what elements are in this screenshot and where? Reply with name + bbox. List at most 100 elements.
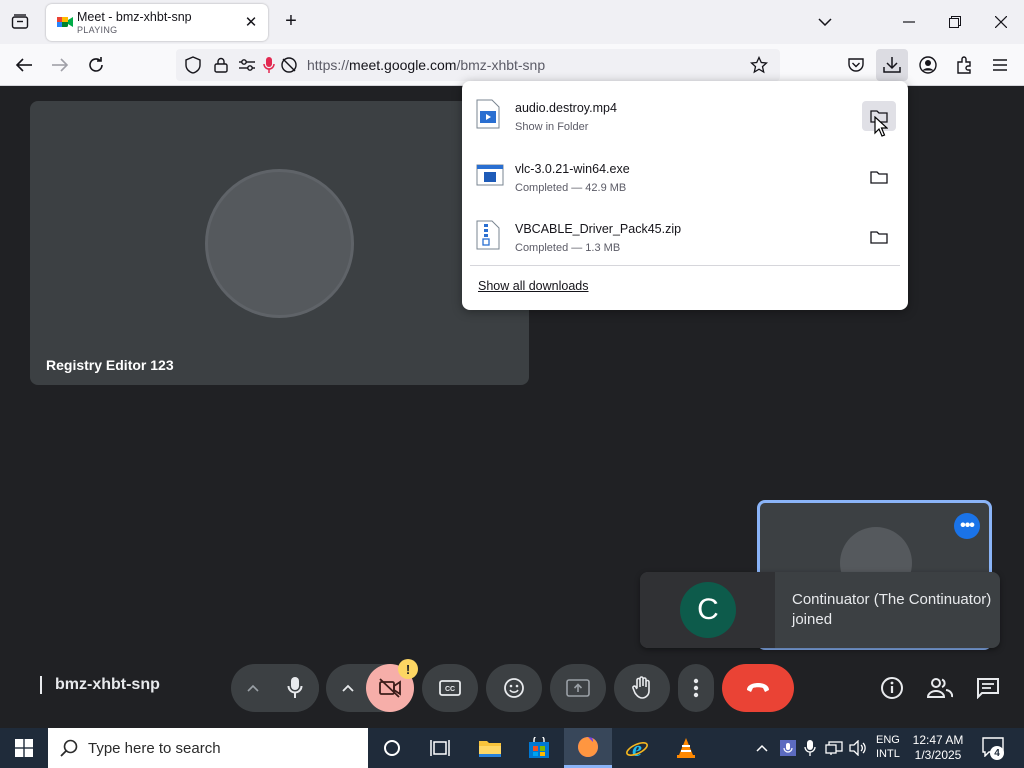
- taskbar-clock[interactable]: 12:47 AM 1/3/2025: [905, 733, 971, 763]
- video-file-icon: [476, 99, 504, 131]
- lock-icon[interactable]: [212, 56, 230, 74]
- address-bar[interactable]: https://meet.google.com/bmz-xhbt-snp: [176, 49, 780, 81]
- meeting-controls: bmz-xhbt-snp ! CC: [0, 659, 1024, 716]
- tab-bar: Meet - bmz-xhbt-snp PLAYING ✕ +: [0, 0, 1024, 44]
- list-all-tabs-icon[interactable]: [8, 11, 32, 33]
- camera-blocked-icon[interactable]: [280, 56, 298, 74]
- forward-arrow-icon[interactable]: [46, 51, 74, 79]
- download-item[interactable]: vlc-3.0.21-win64.exe Completed — 42.9 MB: [462, 152, 908, 212]
- minimize-icon[interactable]: [894, 8, 924, 36]
- mouse-cursor-icon: [874, 115, 889, 138]
- close-tab-icon[interactable]: ✕: [242, 13, 260, 31]
- microsoft-store-icon[interactable]: [515, 728, 563, 768]
- account-icon[interactable]: [914, 51, 942, 79]
- download-status: Show in Folder: [515, 121, 589, 133]
- keyboard-layout: INTL: [876, 748, 900, 760]
- captions-button[interactable]: CC: [422, 664, 478, 712]
- language-code: ENG: [876, 734, 900, 746]
- video-options-chevron-icon[interactable]: [336, 678, 360, 698]
- microphone-active-icon[interactable]: [260, 56, 278, 74]
- windows-start-icon[interactable]: [0, 728, 48, 768]
- downloads-icon[interactable]: [876, 49, 908, 81]
- cortana-icon[interactable]: [368, 728, 416, 768]
- download-filename: vlc-3.0.21-win64.exe: [515, 162, 630, 176]
- present-screen-button[interactable]: [550, 664, 606, 712]
- internet-explorer-icon[interactable]: e: [613, 728, 661, 768]
- bookmark-star-icon[interactable]: [750, 56, 768, 74]
- task-view-icon[interactable]: [416, 728, 464, 768]
- more-options-button[interactable]: [678, 664, 714, 712]
- exe-file-icon: [476, 160, 504, 192]
- participant-avatar: [205, 169, 354, 318]
- join-message: Continuator (The Continuator) joined: [792, 591, 992, 628]
- microphone-icon: [287, 677, 303, 698]
- firefox-icon[interactable]: [564, 728, 612, 768]
- end-call-icon: [747, 683, 769, 692]
- emoji-icon: [504, 678, 524, 698]
- zip-file-icon: [476, 220, 504, 252]
- download-item[interactable]: VBCABLE_Driver_Pack45.zip Completed — 1.…: [462, 212, 908, 272]
- chevron-down-icon[interactable]: [815, 12, 835, 32]
- meeting-details-button[interactable]: [876, 672, 908, 704]
- taskbar-search-input[interactable]: Type here to search: [48, 728, 368, 768]
- meeting-code: bmz-xhbt-snp: [40, 676, 160, 694]
- chat-button[interactable]: [972, 672, 1004, 704]
- microphone-button[interactable]: [271, 664, 319, 712]
- shield-icon[interactable]: [184, 56, 202, 74]
- svg-text:e: e: [632, 737, 642, 759]
- join-notification: C Continuator (The Continuator) joined: [640, 572, 1000, 648]
- video-off-icon: [379, 678, 401, 698]
- video-control-group: !: [326, 659, 418, 712]
- search-icon: [60, 739, 78, 757]
- permissions-icon[interactable]: [238, 56, 256, 74]
- participant-name: Registry Editor 123: [46, 357, 174, 373]
- navigation-toolbar: https://meet.google.com/bmz-xhbt-snp: [0, 44, 1024, 86]
- people-button[interactable]: [924, 672, 956, 704]
- tab-playing-label: PLAYING: [77, 25, 118, 35]
- volume-icon[interactable]: [848, 738, 868, 758]
- tab-meet[interactable]: Meet - bmz-xhbt-snp PLAYING ✕: [46, 4, 268, 41]
- download-status: Completed — 1.3 MB: [515, 242, 621, 254]
- folder-icon[interactable]: [862, 222, 896, 252]
- show-hidden-icons-chevron-icon[interactable]: [752, 738, 772, 758]
- url-text[interactable]: https://meet.google.com/bmz-xhbt-snp: [307, 57, 545, 73]
- new-tab-icon[interactable]: +: [280, 10, 302, 32]
- more-vert-icon: [693, 678, 699, 698]
- pocket-icon[interactable]: [842, 51, 870, 79]
- network-icon[interactable]: [824, 738, 844, 758]
- divider: [470, 265, 900, 266]
- reload-icon[interactable]: [82, 51, 110, 79]
- chat-icon: [977, 678, 999, 699]
- restore-icon[interactable]: [940, 8, 970, 36]
- present-screen-icon: [566, 679, 590, 697]
- input-language-indicator[interactable]: ENG INTL: [876, 733, 900, 761]
- avatar: C: [680, 582, 736, 638]
- more-options-icon[interactable]: •••: [954, 513, 980, 539]
- downloads-panel: audio.destroy.mp4 Show in Folder vlc-3.0…: [462, 81, 908, 310]
- download-status: Completed — 42.9 MB: [515, 182, 627, 194]
- file-explorer-icon[interactable]: [466, 728, 514, 768]
- tab-title: Meet - bmz-xhbt-snp: [77, 10, 192, 24]
- mic-in-use-icon[interactable]: [778, 738, 798, 758]
- show-all-downloads-link[interactable]: Show all downloads: [478, 279, 589, 293]
- raise-hand-button[interactable]: [614, 664, 670, 712]
- audio-options-chevron-icon[interactable]: [241, 678, 265, 698]
- people-icon: [927, 678, 953, 698]
- raise-hand-icon: [632, 676, 650, 699]
- extensions-icon[interactable]: [950, 51, 978, 79]
- back-arrow-icon[interactable]: [10, 51, 38, 79]
- search-placeholder: Type here to search: [88, 740, 221, 757]
- close-window-icon[interactable]: [986, 8, 1016, 36]
- reactions-button[interactable]: [486, 664, 542, 712]
- menu-hamburger-icon[interactable]: [986, 51, 1014, 79]
- folder-icon[interactable]: [862, 162, 896, 192]
- info-icon: [881, 677, 903, 699]
- download-item[interactable]: audio.destroy.mp4 Show in Folder: [462, 91, 908, 151]
- warning-icon: !: [398, 659, 418, 679]
- leave-call-button[interactable]: [722, 664, 794, 712]
- vlc-icon[interactable]: [662, 728, 710, 768]
- toast-avatar-area: C: [640, 572, 775, 648]
- microphone-icon[interactable]: [800, 738, 820, 758]
- svg-text:CC: CC: [445, 686, 455, 693]
- participant-tile[interactable]: Registry Editor 123: [30, 101, 529, 385]
